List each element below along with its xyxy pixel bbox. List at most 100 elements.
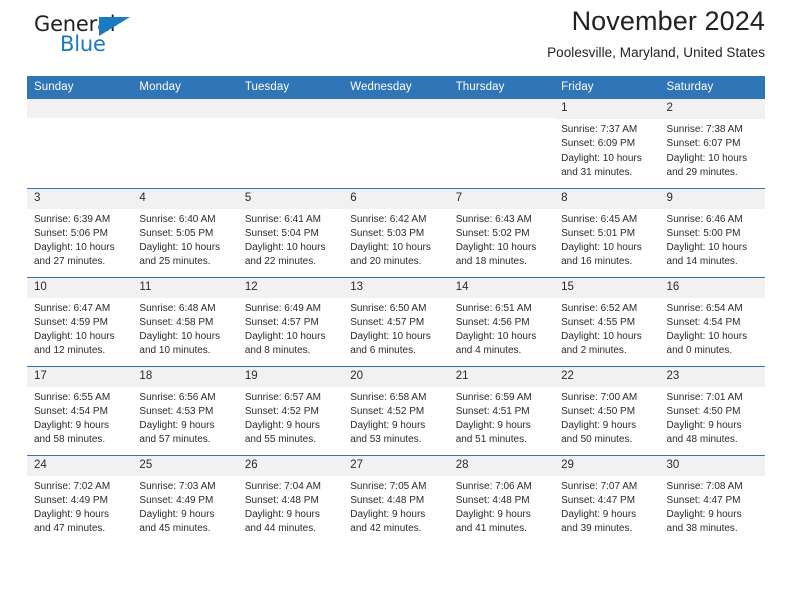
- weekday-header-sunday: Sunday: [27, 76, 133, 99]
- calendar-day-cell[interactable]: 7 Sunrise: 6:43 AM Sunset: 5:02 PM Daylight…: [448, 187, 555, 277]
- sunset-text: Sunset: 4:57 PM: [350, 316, 425, 328]
- sunrise-text: Sunrise: 7:37 AM: [561, 124, 638, 136]
- day-sun-info: Sunrise: 6:54 AM Sunset: 4:54 PM Daylight:…: [660, 298, 765, 359]
- calendar-day-cell[interactable]: 22 Sunrise: 7:00 AM Sunset: 4:50 PM Dayligh…: [554, 365, 660, 455]
- daylight-text-line2: and 38 minutes.: [666, 523, 738, 535]
- daylight-text-line1: Daylight: 10 hours: [350, 242, 431, 254]
- weekday-header-row: Sunday Monday Tuesday Wednesday Thursday…: [27, 76, 765, 99]
- calendar-day-cell[interactable]: 28 Sunrise: 7:06 AM Sunset: 4:48 PM Dayligh…: [448, 454, 555, 544]
- day-number: 10: [27, 277, 133, 298]
- sunrise-text: Sunrise: 7:06 AM: [455, 480, 532, 492]
- sunset-text: Sunset: 4:56 PM: [455, 316, 530, 328]
- sunset-text: Sunset: 5:05 PM: [139, 227, 214, 239]
- calendar-day-cell[interactable]: 15 Sunrise: 6:52 AM Sunset: 4:55 PM Dayligh…: [554, 276, 660, 366]
- day-number: 8: [554, 188, 660, 209]
- calendar-day-cell[interactable]: 20 Sunrise: 6:58 AM Sunset: 4:52 PM Dayligh…: [343, 365, 449, 455]
- sunset-text: Sunset: 4:59 PM: [34, 316, 108, 328]
- daylight-text-line2: and 0 minutes.: [666, 345, 733, 357]
- calendar-day-cell[interactable]: 6 Sunrise: 6:42 AM Sunset: 5:03 PM Daylight…: [343, 187, 449, 277]
- daylight-text-line2: and 20 minutes.: [350, 256, 422, 268]
- calendar-day-cell[interactable]: 16 Sunrise: 6:54 AM Sunset: 4:54 PM Dayligh…: [659, 276, 765, 366]
- day-number: 28: [448, 455, 555, 476]
- calendar-day-cell[interactable]: 12 Sunrise: 6:49 AM Sunset: 4:57 PM Dayligh…: [237, 276, 344, 366]
- sunrise-text: Sunrise: 6:55 AM: [34, 391, 111, 403]
- general-blue-logo[interactable]: General Blue: [27, 12, 147, 58]
- sunset-text: Sunset: 5:01 PM: [561, 227, 636, 239]
- day-number: 23: [659, 366, 765, 387]
- daylight-text-line2: and 51 minutes.: [455, 434, 527, 446]
- day-sun-info: Sunrise: 6:48 AM Sunset: 4:58 PM Daylight:…: [132, 298, 237, 359]
- calendar-cell-empty: [237, 99, 344, 188]
- daylight-text-line2: and 42 minutes.: [350, 523, 422, 535]
- calendar-day-cell[interactable]: 19 Sunrise: 6:57 AM Sunset: 4:52 PM Dayligh…: [237, 365, 344, 455]
- day-number: [132, 99, 238, 118]
- calendar-day-cell[interactable]: 30 Sunrise: 7:08 AM Sunset: 4:47 PM Dayligh…: [659, 454, 765, 544]
- calendar-day-cell[interactable]: 11 Sunrise: 6:48 AM Sunset: 4:58 PM Dayligh…: [132, 276, 238, 366]
- daylight-text-line2: and 57 minutes.: [139, 434, 211, 446]
- daylight-text-line1: Daylight: 10 hours: [455, 242, 537, 254]
- calendar-day-cell[interactable]: 8 Sunrise: 6:45 AM Sunset: 5:01 PM Daylight…: [554, 187, 660, 277]
- sunset-text: Sunset: 5:06 PM: [34, 227, 108, 239]
- calendar-day-cell[interactable]: 23 Sunrise: 7:01 AM Sunset: 4:50 PM Dayligh…: [659, 365, 765, 455]
- calendar-day-cell[interactable]: 9 Sunrise: 6:46 AM Sunset: 5:00 PM Daylight…: [659, 187, 765, 277]
- sunrise-text: Sunrise: 6:43 AM: [455, 213, 532, 225]
- sunset-text: Sunset: 4:49 PM: [139, 494, 214, 506]
- daylight-text-line2: and 10 minutes.: [139, 345, 211, 357]
- sunset-text: Sunset: 5:04 PM: [244, 227, 319, 239]
- weekday-header-saturday: Saturday: [659, 76, 765, 99]
- day-number: 20: [343, 366, 449, 387]
- daylight-text-line2: and 41 minutes.: [455, 523, 527, 535]
- calendar-day-cell[interactable]: 5 Sunrise: 6:41 AM Sunset: 5:04 PM Daylight…: [237, 187, 344, 277]
- calendar-day-cell[interactable]: 4 Sunrise: 6:40 AM Sunset: 5:05 PM Daylight…: [132, 187, 238, 277]
- calendar-day-cell[interactable]: 10 Sunrise: 6:47 AM Sunset: 4:59 PM Dayligh…: [27, 276, 133, 366]
- calendar-day-cell[interactable]: 1 Sunrise: 7:37 AM Sunset: 6:09 PM Daylight…: [554, 99, 660, 188]
- daylight-text-line1: Daylight: 10 hours: [34, 331, 115, 343]
- calendar-day-cell[interactable]: 21 Sunrise: 6:59 AM Sunset: 4:51 PM Dayligh…: [448, 365, 555, 455]
- calendar-day-cell[interactable]: 17 Sunrise: 6:55 AM Sunset: 4:54 PM Dayligh…: [27, 365, 133, 455]
- sunset-text: Sunset: 6:09 PM: [561, 138, 636, 150]
- calendar-day-cell[interactable]: 25 Sunrise: 7:03 AM Sunset: 4:49 PM Dayligh…: [132, 454, 238, 544]
- sunrise-text: Sunrise: 6:46 AM: [666, 213, 743, 225]
- daylight-text-line2: and 45 minutes.: [139, 523, 211, 535]
- day-sun-info: Sunrise: 6:56 AM Sunset: 4:53 PM Daylight:…: [132, 387, 237, 448]
- daylight-text-line2: and 12 minutes.: [34, 345, 106, 357]
- calendar-day-cell[interactable]: 3 Sunrise: 6:39 AM Sunset: 5:06 PM Daylight…: [27, 187, 133, 277]
- day-number: 26: [237, 455, 344, 476]
- sunset-text: Sunset: 4:51 PM: [455, 405, 530, 417]
- daylight-text-line2: and 16 minutes.: [561, 256, 633, 268]
- calendar-day-cell[interactable]: 29 Sunrise: 7:07 AM Sunset: 4:47 PM Dayligh…: [554, 454, 660, 544]
- daylight-text-line2: and 53 minutes.: [350, 434, 422, 446]
- calendar-day-cell[interactable]: 14 Sunrise: 6:51 AM Sunset: 4:56 PM Dayligh…: [448, 276, 555, 366]
- daylight-text-line2: and 8 minutes.: [244, 345, 311, 357]
- day-number: [27, 99, 133, 118]
- sunrise-text: Sunrise: 7:08 AM: [666, 480, 743, 492]
- day-sun-info: Sunrise: 6:51 AM Sunset: 4:56 PM Daylight:…: [449, 298, 554, 359]
- daylight-text-line2: and 14 minutes.: [666, 256, 738, 268]
- daylight-text-line1: Daylight: 10 hours: [34, 242, 115, 254]
- day-sun-info: Sunrise: 6:57 AM Sunset: 4:52 PM Daylight:…: [238, 387, 343, 448]
- daylight-text-line1: Daylight: 9 hours: [244, 420, 320, 432]
- day-number: 3: [27, 188, 133, 209]
- calendar-day-cell[interactable]: 27 Sunrise: 7:05 AM Sunset: 4:48 PM Dayligh…: [343, 454, 449, 544]
- calendar-day-cell[interactable]: 2 Sunrise: 7:38 AM Sunset: 6:07 PM Daylight…: [659, 99, 765, 188]
- sunrise-text: Sunrise: 7:05 AM: [350, 480, 427, 492]
- day-number: 21: [448, 366, 555, 387]
- daylight-text-line2: and 39 minutes.: [561, 523, 633, 535]
- calendar-week-row: 1 Sunrise: 7:37 AM Sunset: 6:09 PM Daylight…: [27, 99, 765, 188]
- calendar-day-cell[interactable]: 26 Sunrise: 7:04 AM Sunset: 4:48 PM Dayligh…: [237, 454, 344, 544]
- calendar-week-row: 10 Sunrise: 6:47 AM Sunset: 4:59 PM Dayligh…: [27, 276, 765, 366]
- daylight-text-line1: Daylight: 9 hours: [666, 509, 742, 521]
- calendar-day-cell[interactable]: 18 Sunrise: 6:56 AM Sunset: 4:53 PM Dayligh…: [132, 365, 238, 455]
- calendar-day-cell[interactable]: 24 Sunrise: 7:02 AM Sunset: 4:49 PM Dayligh…: [27, 454, 133, 544]
- day-number: 12: [237, 277, 344, 298]
- sunset-text: Sunset: 4:50 PM: [666, 405, 741, 417]
- sunset-text: Sunset: 4:55 PM: [561, 316, 636, 328]
- sunrise-text: Sunrise: 7:00 AM: [561, 391, 638, 403]
- daylight-text-line2: and 44 minutes.: [244, 523, 317, 535]
- daylight-text-line1: Daylight: 9 hours: [139, 420, 215, 432]
- day-sun-info: Sunrise: 7:38 AM Sunset: 6:07 PM Daylight:…: [660, 119, 765, 180]
- title-block: November 2024 Poolesville, Maryland, Uni…: [547, 0, 765, 60]
- day-sun-info: Sunrise: 6:50 AM Sunset: 4:57 PM Daylight:…: [343, 298, 448, 359]
- day-number: 25: [132, 455, 238, 476]
- calendar-day-cell[interactable]: 13 Sunrise: 6:50 AM Sunset: 4:57 PM Dayligh…: [343, 276, 449, 366]
